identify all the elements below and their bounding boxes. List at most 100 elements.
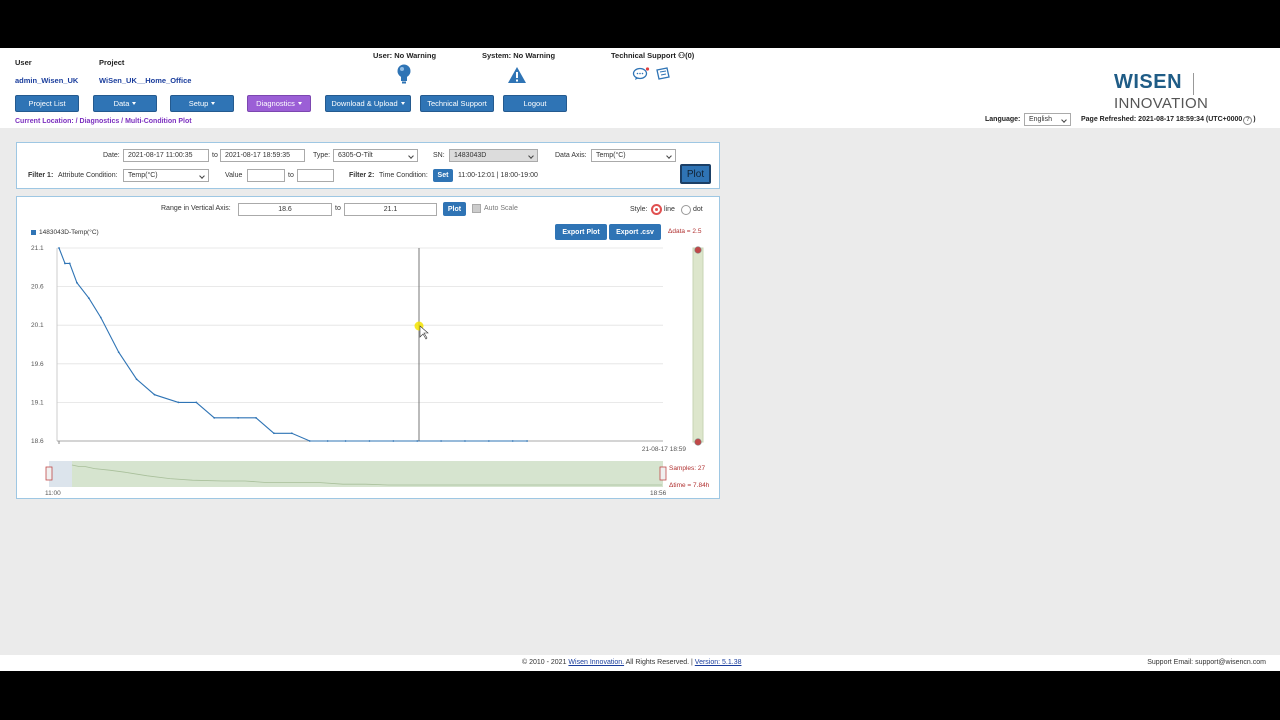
y-tick-label: 18.6 bbox=[31, 438, 44, 445]
date-to-input[interactable]: 2021-08-17 18:59:35 bbox=[220, 149, 305, 162]
data-point bbox=[255, 416, 257, 419]
navigator-start-label: 11:00 bbox=[45, 490, 61, 497]
support-email: Support Email: support@wisencn.com bbox=[1147, 659, 1266, 666]
y-axis-ticks: 21.1 20.6 20.1 19.6 19.1 18.6 bbox=[31, 245, 44, 445]
chart[interactable]: 21.120.620.119.619.118.6 21-08-17 18:59 … bbox=[17, 197, 721, 500]
chevron-down-icon bbox=[297, 102, 302, 105]
data-point bbox=[273, 432, 275, 435]
page-refreshed: Page Refreshed: 2021-08-17 18:59:34 (UTC… bbox=[1081, 116, 1256, 125]
attribute-condition-select[interactable]: Temp(°C) bbox=[123, 169, 209, 182]
data-point bbox=[487, 440, 490, 442]
chart-panel: Range in Vertical Axis: 18.6 to 21.1 Plo… bbox=[16, 196, 720, 499]
data-point bbox=[64, 262, 66, 265]
language-label: Language: bbox=[985, 116, 1021, 123]
sn-label: SN: bbox=[433, 152, 445, 159]
chevron-down-icon bbox=[211, 102, 216, 105]
y-range-slider-track bbox=[692, 247, 704, 443]
data-point bbox=[153, 393, 156, 396]
set-time-button[interactable]: Set bbox=[433, 169, 453, 182]
date-label: Date: bbox=[103, 152, 120, 159]
filter2-label: Filter 2: bbox=[349, 172, 375, 179]
sn-select[interactable]: 1483043D bbox=[449, 149, 538, 162]
time-condition-value: 11:00-12:01 | 18:00-19:00 bbox=[458, 172, 538, 179]
footer: © 2010 - 2021 Wisen Innovation. All Righ… bbox=[0, 655, 1280, 671]
help-icon[interactable]: ? bbox=[1243, 116, 1253, 125]
navigator-handle-right bbox=[659, 466, 667, 481]
data-point bbox=[440, 440, 442, 442]
value-max-input[interactable] bbox=[297, 169, 334, 182]
data-point bbox=[326, 440, 329, 442]
data-point bbox=[344, 440, 347, 442]
x-end-label: 21-08-17 18:59 bbox=[642, 446, 686, 453]
chevron-down-icon bbox=[400, 102, 405, 105]
data-point bbox=[76, 281, 78, 284]
nav-data-button[interactable]: Data bbox=[93, 95, 157, 112]
project-value[interactable]: WiSen_UK__Home_Office bbox=[99, 76, 191, 85]
time-condition-label: Time Condition: bbox=[379, 172, 428, 179]
nav-project-list-button[interactable]: Project List bbox=[15, 95, 79, 112]
system-warning-label: System: No Warning bbox=[482, 51, 556, 60]
nav-setup-button[interactable]: Setup bbox=[170, 95, 234, 112]
company-link[interactable]: Wisen Innovation. bbox=[568, 659, 624, 666]
chevron-down-icon bbox=[132, 102, 137, 105]
breadcrumb: Current Location: / Diagnostics / Multi-… bbox=[15, 118, 192, 125]
navigator-selection bbox=[72, 461, 663, 487]
chart-grid bbox=[57, 247, 663, 442]
date-from-input[interactable]: 2021-08-17 11:00:35 bbox=[123, 149, 209, 162]
data-point bbox=[213, 416, 216, 419]
series-line bbox=[58, 247, 528, 442]
nav-technical-support-button[interactable]: Technical Support bbox=[420, 95, 494, 112]
data-point bbox=[368, 440, 371, 442]
tech-support-label: Technical Support ⚇(0) bbox=[611, 51, 695, 60]
data-point bbox=[526, 440, 528, 442]
type-select[interactable]: 6305-O-Tilt bbox=[333, 149, 418, 162]
data-point bbox=[117, 351, 120, 354]
y-tick-label: 19.1 bbox=[31, 399, 44, 406]
value-min-input[interactable] bbox=[247, 169, 285, 182]
navigator-end-label: 18:56 bbox=[650, 490, 667, 497]
company-logo: WISEN INNOVATION bbox=[1114, 71, 1280, 113]
data-point bbox=[135, 378, 138, 381]
nav-logout-button[interactable]: Logout bbox=[503, 95, 567, 112]
data-axis-label: Data Axis: bbox=[555, 152, 587, 159]
lightbulb-icon[interactable] bbox=[396, 63, 412, 85]
data-point bbox=[511, 440, 514, 442]
user-value[interactable]: admin_Wisen_UK bbox=[15, 76, 78, 85]
data-point bbox=[68, 262, 71, 265]
series-points bbox=[58, 247, 528, 442]
nav-diagnostics-button[interactable]: Diagnostics bbox=[247, 95, 311, 112]
chat-bubble-icon[interactable] bbox=[632, 67, 650, 81]
data-point bbox=[87, 297, 90, 300]
y-tick-label: 20.1 bbox=[31, 322, 44, 329]
filter1-label: Filter 1: bbox=[28, 172, 54, 179]
data-point bbox=[464, 440, 466, 442]
version-link[interactable]: Version: 5.1.38 bbox=[695, 659, 742, 666]
project-label: Project bbox=[99, 58, 125, 67]
y-range-handle-bottom bbox=[694, 438, 702, 446]
language-select[interactable]: English bbox=[1024, 113, 1071, 126]
date-to-label: to bbox=[212, 152, 218, 159]
samples-label: Samples: 27 bbox=[669, 465, 706, 472]
data-point bbox=[237, 416, 240, 419]
y-tick-label: 19.6 bbox=[31, 361, 44, 368]
footer-copyright: © 2010 - 2021 Wisen Innovation. All Righ… bbox=[522, 659, 742, 666]
plot-button[interactable]: Plot bbox=[680, 164, 711, 184]
data-axis-select[interactable]: Temp(°C) bbox=[591, 149, 676, 162]
filter-panel: Date: 2021-08-17 11:00:35 to 2021-08-17 … bbox=[16, 142, 720, 189]
data-point bbox=[416, 440, 419, 442]
delta-time-label: Δtime = 7.84h bbox=[669, 482, 710, 489]
y-tick-label: 21.1 bbox=[31, 245, 44, 252]
logo-brand: WISEN bbox=[1114, 71, 1183, 93]
ticket-icon[interactable] bbox=[655, 67, 671, 81]
logo-suffix: INNOVATION bbox=[1114, 94, 1209, 112]
user-warning-label: User: No Warning bbox=[373, 51, 437, 60]
attribute-condition-label: Attribute Condition: bbox=[58, 172, 118, 179]
cursor-pointer-icon bbox=[419, 325, 429, 340]
data-point bbox=[99, 316, 102, 319]
nav-download-upload-button[interactable]: Download & Upload bbox=[325, 95, 411, 112]
warning-triangle-icon[interactable] bbox=[507, 66, 527, 84]
data-point bbox=[58, 247, 60, 249]
logo-divider bbox=[1192, 72, 1194, 95]
data-point bbox=[308, 440, 311, 442]
value-to-label: to bbox=[288, 172, 294, 179]
